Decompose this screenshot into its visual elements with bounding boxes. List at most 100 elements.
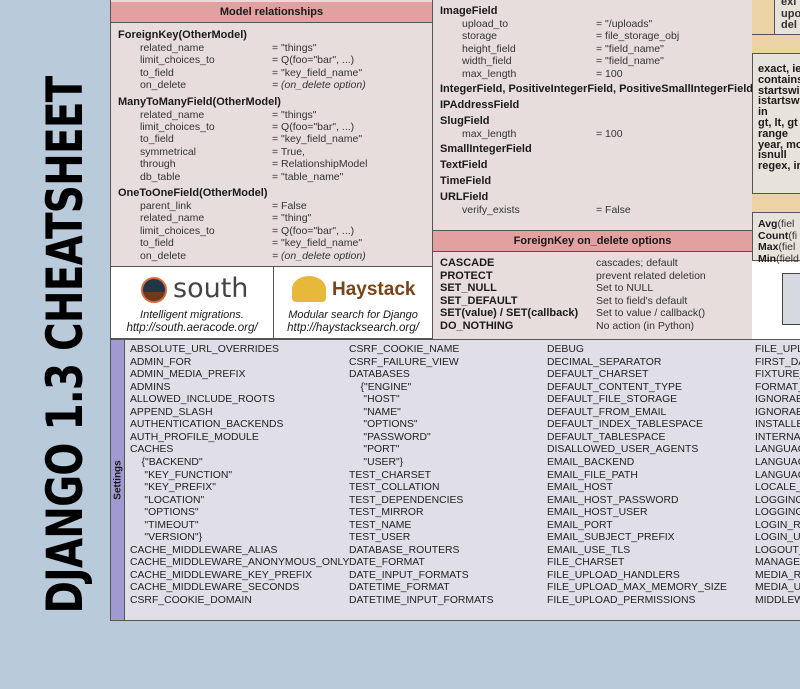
option-name: related_name (140, 108, 205, 121)
option-name: to_field (140, 237, 174, 250)
option-name: limit_choices_to (140, 224, 215, 237)
option-value: = (on_delete option) (272, 79, 366, 92)
option-value: = Q(foo="bar", ...) (272, 121, 355, 133)
aggregate-name: Count (758, 229, 789, 242)
option-value: = True, (272, 145, 305, 158)
setting-name: LOGGING (755, 494, 800, 506)
option-value: = RelationshipModel (272, 158, 368, 171)
setting-name: "KEY_FUNCTION" (130, 469, 233, 481)
haystack-ad[interactable]: Haystack Modular search for Django http:… (273, 266, 433, 339)
option-name: limit_choices_to (140, 121, 215, 133)
field-type-heading: OneToOneField(OtherModel) (118, 187, 268, 199)
setting-name: APPEND_SLASH (130, 406, 213, 418)
aggregate-name: Min (758, 252, 777, 265)
option-value: = file_storage_obj (596, 30, 680, 43)
setting-name: ADMIN_MEDIA_PREFIX (130, 369, 246, 381)
setting-name: "PORT" (349, 444, 400, 456)
page-title: DJANGO 1.3 CHEATSHEET (36, 76, 94, 614)
setting-name: CACHE_MIDDLEWARE_SECONDS (130, 582, 300, 594)
setting-name: "OPTIONS" (349, 419, 418, 431)
setting-name: DECIMAL_SEPARATOR (547, 356, 662, 368)
option-value: = Q(foo="bar", ...) (272, 54, 355, 67)
option-name: upload_to (462, 18, 509, 30)
setting-name: CACHE_MIDDLEWARE_ALIAS (130, 544, 278, 556)
option-name: symmetrical (140, 145, 197, 158)
on-delete-description: Set to NULL (596, 282, 654, 294)
on-delete-option: PROTECT (440, 269, 493, 282)
haystack-tagline: Modular search for Django (288, 309, 418, 321)
setting-name: TEST_DEPENDENCIES (349, 494, 464, 506)
setting-name: FILE_UPLOAD_HANDLERS (547, 569, 680, 581)
on-delete-option: CASCADE (440, 257, 495, 269)
option-name: through (140, 158, 176, 171)
setting-name: EMAIL_SUBJECT_PREFIX (547, 532, 675, 544)
option-value: = "key_field_name" (272, 66, 363, 79)
setting-name: DATETIME_FORMAT (349, 582, 450, 594)
on-delete-header: ForeignKey on_delete options (433, 230, 752, 252)
on-delete-description: cascades; default (596, 257, 678, 269)
haystack-logo-text: Haystack (332, 279, 416, 300)
model-relationships-header: Model relationships (111, 2, 432, 23)
setting-name: DEFAULT_TABLESPACE (547, 431, 666, 443)
option-value: = "table_name" (272, 170, 344, 183)
aggregate-function: Min(field (758, 253, 799, 265)
setting-name: FILE_UPL (755, 344, 800, 355)
setting-name: CACHE_MIDDLEWARE_ANONYMOUS_ONLY (130, 557, 350, 569)
option-name: to_field (140, 66, 174, 79)
setting-name: FILE_CHARSET (547, 557, 625, 569)
south-ad[interactable]: south Intelligent migrations. http://sou… (110, 266, 274, 339)
aggregate-function: Count(fi (758, 230, 797, 242)
option-value: = "things" (272, 42, 317, 54)
option-value: = "/uploads" (596, 18, 653, 30)
setting-name: MIDDLEW (755, 595, 800, 606)
field-type-heading: ManyToManyField(OtherModel) (118, 95, 281, 108)
field-type-heading: ForeignKey(OtherModel) (118, 29, 247, 41)
lookups-header (752, 34, 800, 54)
setting-name: CSRF_COOKIE_NAME (349, 344, 460, 355)
option-name: width_field (462, 55, 512, 68)
setting-name: LOGOUT_ (755, 544, 800, 556)
setting-name: EMAIL_USE_TLS (547, 544, 631, 556)
setting-name: {"BACKEND" (130, 456, 203, 468)
setting-name: IGNORAB (755, 406, 800, 418)
setting-name: EMAIL_BACKEND (547, 456, 635, 468)
option-value: = "things" (272, 108, 317, 121)
option-value: = 100 (596, 128, 623, 140)
setting-name: DATETIME_INPUT_FORMATS (349, 595, 494, 606)
setting-name: LOCALE_ (755, 482, 800, 494)
setting-name: EMAIL_HOST (547, 482, 613, 494)
setting-name: EMAIL_FILE_PATH (547, 469, 638, 481)
south-logo-text: south (173, 273, 249, 304)
option-value: = "key_field_name" (272, 133, 363, 146)
setting-name: {"ENGINE" (349, 381, 412, 393)
option-value: = False (272, 200, 307, 212)
setting-name: "VERSION"} (130, 532, 203, 544)
settings-label: Settings (112, 460, 124, 500)
setting-name: ABSOLUTE_URL_OVERRIDES (130, 344, 279, 355)
field-type-heading: URLField (440, 191, 489, 204)
on-delete-option: SET_NULL (440, 282, 497, 294)
option-value: = "field_name" (596, 55, 664, 68)
option-value: = "field_name" (596, 42, 664, 55)
aggregate-arg: (fiel (777, 218, 795, 230)
setting-name: "TIMEOUT" (130, 519, 199, 531)
setting-name: "USER"} (349, 456, 404, 468)
option-value: = "key_field_name" (272, 237, 363, 250)
setting-name: CSRF_COOKIE_DOMAIN (130, 595, 252, 606)
setting-name: DATABASE_ROUTERS (349, 544, 460, 556)
field-type-heading: IntegerField, PositiveIntegerField, Posi… (440, 83, 753, 95)
setting-name: "NAME" (349, 406, 401, 418)
setting-name: "KEY_PREFIX" (130, 482, 216, 494)
setting-name: IGNORAB (755, 394, 800, 406)
setting-name: LANGUAG (755, 456, 800, 468)
option-name: limit_choices_to (140, 54, 215, 67)
book-panel (752, 260, 800, 340)
option-value: = (on_delete option) (272, 249, 366, 262)
setting-name: EMAIL_HOST_USER (547, 507, 648, 519)
on-delete-description: prevent related deletion (596, 269, 706, 282)
south-link[interactable]: http://south.aeracode.org/ (111, 322, 273, 334)
setting-name: DEFAULT_FILE_STORAGE (547, 394, 678, 406)
haystack-link[interactable]: http://haystacksearch.org/ (274, 322, 432, 334)
setting-name: "LOCATION" (130, 494, 205, 506)
aggregate-name: Max (758, 241, 779, 253)
